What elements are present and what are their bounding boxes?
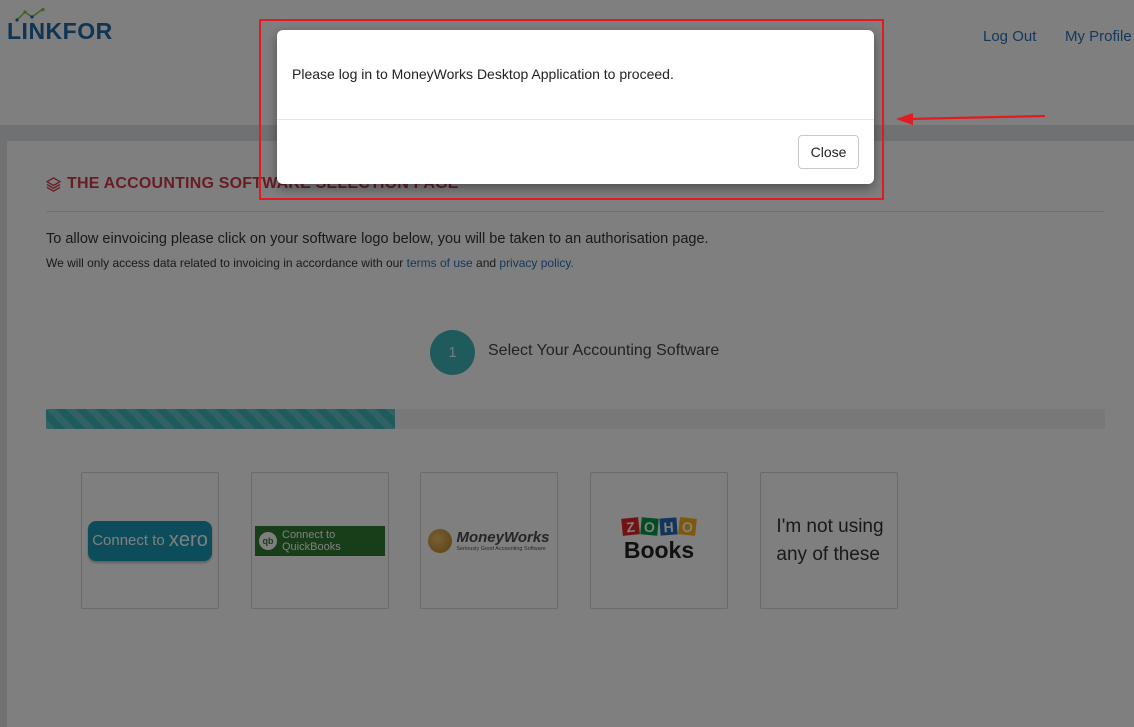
annotation-arrow-icon <box>896 113 1046 125</box>
annotation-highlight-box <box>259 19 884 200</box>
